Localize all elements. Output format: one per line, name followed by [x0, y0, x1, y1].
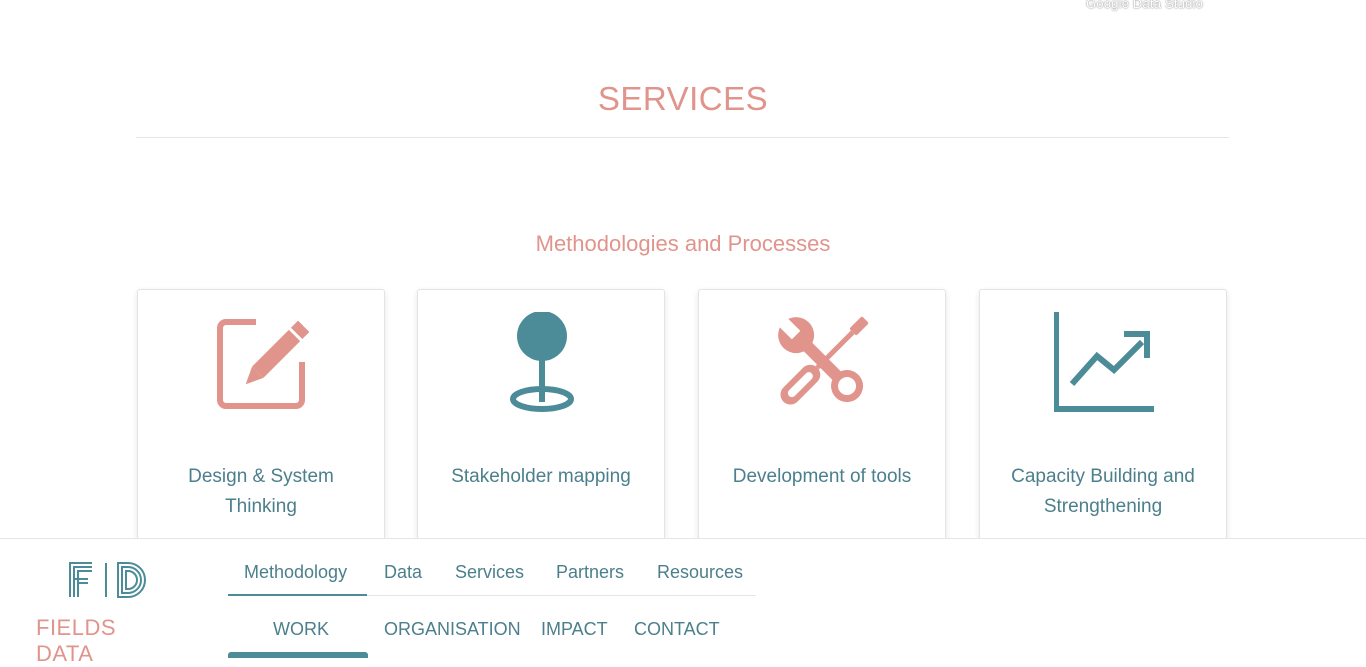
service-card-stakeholder[interactable]: Stakeholder mapping: [417, 289, 665, 549]
active-tab-indicator: [228, 594, 367, 596]
nav-impact[interactable]: IMPACT: [541, 619, 608, 640]
nav-data[interactable]: Data: [384, 562, 422, 583]
active-page-indicator: [228, 652, 368, 658]
data-studio-watermark: Google Data Studio: [1086, 0, 1204, 11]
footer-navigation: FIELDS DATA Methodology Data Services Pa…: [0, 538, 1366, 666]
nav-contact[interactable]: CONTACT: [634, 619, 720, 640]
chart-up-icon: [1054, 312, 1154, 412]
nav-services[interactable]: Services: [455, 562, 524, 583]
menu-top: Methodology Data Services Partners Resou…: [228, 539, 756, 596]
nav-methodology[interactable]: Methodology: [244, 562, 347, 583]
card-label: Development of tools: [732, 466, 912, 487]
logo-text: FIELDS DATA: [36, 615, 117, 666]
tools-icon: [776, 315, 869, 405]
service-card-tools[interactable]: Development of tools: [698, 289, 946, 549]
service-card-design[interactable]: Design & System Thinking: [137, 289, 385, 549]
edit-icon: [217, 318, 312, 409]
title-divider: [136, 137, 1229, 138]
map-pin-icon: [510, 312, 574, 412]
nav-organisation[interactable]: ORGANISATION: [384, 619, 521, 640]
fd-logo-icon: [69, 562, 146, 598]
card-label: Design & System Thinking: [188, 466, 334, 517]
card-label: Capacity Building and Strengthening: [1011, 466, 1195, 517]
subsection-title: Methodologies and Processes: [535, 231, 831, 256]
card-label: Stakeholder mapping: [451, 466, 631, 487]
fields-data-logo[interactable]: FIELDS DATA: [36, 561, 178, 666]
section-title: SERVICES: [597, 80, 769, 117]
nav-resources[interactable]: Resources: [657, 562, 743, 583]
service-card-capacity[interactable]: Capacity Building and Strengthening: [979, 289, 1227, 549]
nav-partners[interactable]: Partners: [556, 562, 624, 583]
nav-work[interactable]: WORK: [273, 619, 329, 640]
